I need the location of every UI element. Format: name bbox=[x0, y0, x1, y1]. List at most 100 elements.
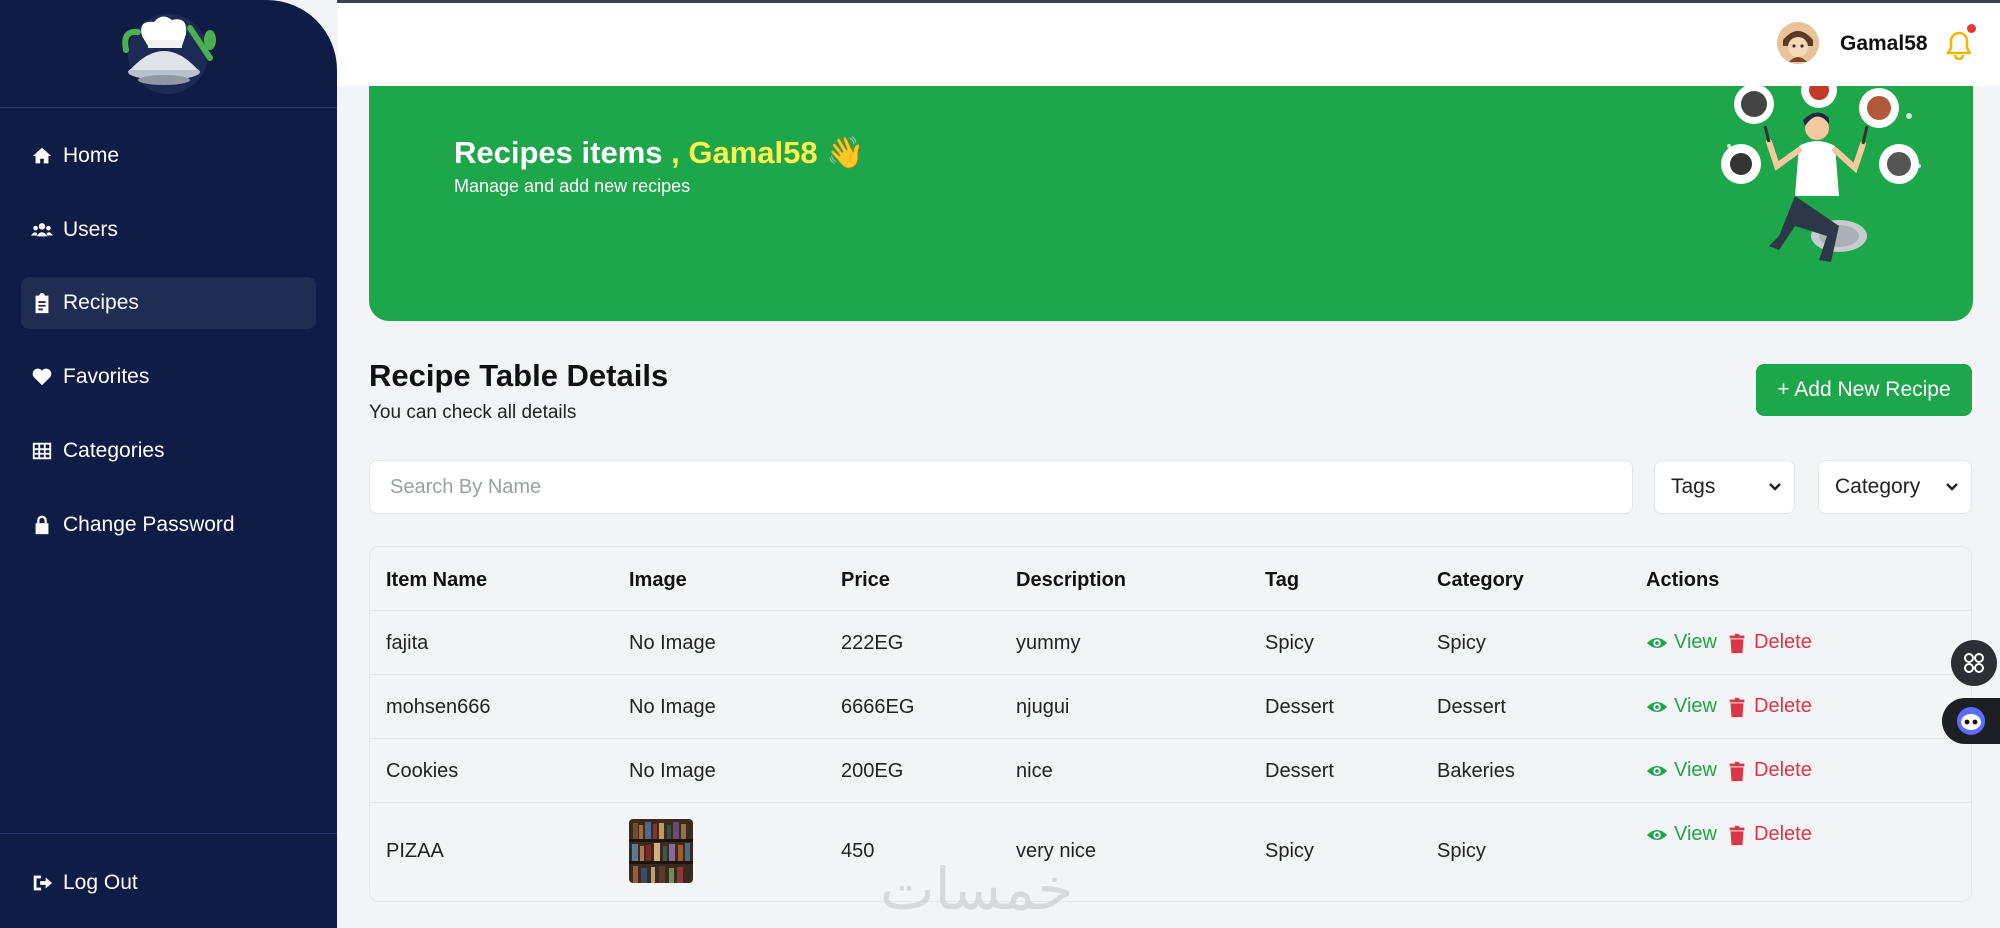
cell-category: Spicy bbox=[1437, 840, 1486, 862]
column-header: Actions bbox=[1646, 569, 1720, 591]
column-header: Item Name bbox=[386, 569, 488, 591]
tags-select[interactable]: Tags bbox=[1654, 460, 1795, 514]
sidebar-item-label: Change Password bbox=[63, 513, 235, 536]
table-row: PIZAA 450 very nice Spicy Spicy View Del… bbox=[370, 803, 1971, 901]
cell-description: nice bbox=[1016, 760, 1053, 782]
bot-face-icon bbox=[1957, 707, 1985, 735]
sidebar-divider-top bbox=[0, 107, 337, 108]
column-header: Tag bbox=[1265, 569, 1300, 591]
chevron-down-icon bbox=[1946, 483, 1958, 491]
add-new-recipe-button[interactable]: + Add New Recipe bbox=[1756, 364, 1972, 416]
cell-item-name: fajita bbox=[386, 632, 429, 654]
sidebar-item-users[interactable]: Users bbox=[21, 204, 316, 256]
banner-title: Recipes items , Gamal58 👋 bbox=[454, 134, 865, 171]
table-row: mohsen666 No Image 6666EG njugui Dessert… bbox=[370, 675, 1971, 739]
cell-tag: Dessert bbox=[1265, 760, 1334, 782]
notification-bell-icon[interactable] bbox=[1945, 30, 1973, 60]
sidebar-item-home[interactable]: Home bbox=[21, 130, 316, 182]
delete-label: Delete bbox=[1754, 695, 1812, 717]
section-title: Recipe Table Details bbox=[369, 358, 669, 393]
sidebar-item-change-password[interactable]: Change Password bbox=[21, 499, 316, 551]
home-icon bbox=[31, 145, 53, 167]
cell-price: 200EG bbox=[841, 760, 904, 782]
view-button[interactable]: View bbox=[1646, 823, 1717, 846]
cell-category: Bakeries bbox=[1437, 760, 1515, 782]
view-label: View bbox=[1674, 631, 1717, 653]
heart-icon bbox=[31, 366, 53, 388]
category-select[interactable]: Category bbox=[1818, 460, 1972, 514]
sidebar-item-label: Favorites bbox=[63, 365, 150, 388]
cell-image: No Image bbox=[629, 696, 716, 718]
cell-category: Dessert bbox=[1437, 696, 1506, 718]
delete-label: Delete bbox=[1754, 631, 1812, 653]
tags-select-label: Tags bbox=[1671, 475, 1716, 498]
grid-icon bbox=[31, 440, 53, 462]
banner-title-name: Gamal58 bbox=[688, 135, 818, 170]
trash-icon bbox=[1729, 633, 1745, 653]
banner-title-prefix: Recipes items bbox=[454, 135, 663, 170]
view-label: View bbox=[1674, 823, 1717, 845]
apps-floating-button[interactable] bbox=[1951, 640, 1997, 686]
eye-icon bbox=[1646, 637, 1668, 648]
sidebar-item-label: Categories bbox=[63, 439, 165, 462]
cell-price: 450 bbox=[841, 840, 875, 862]
clipboard-icon bbox=[31, 292, 53, 314]
eye-icon bbox=[1646, 829, 1668, 840]
cell-image: No Image bbox=[629, 632, 716, 654]
view-button[interactable]: View bbox=[1646, 695, 1717, 718]
view-button[interactable]: View bbox=[1646, 631, 1717, 654]
top-bar bbox=[337, 0, 2000, 86]
trash-icon bbox=[1729, 825, 1745, 845]
sidebar-item-recipes[interactable]: Recipes bbox=[21, 277, 316, 329]
chef-illustration-icon bbox=[1721, 86, 1921, 262]
cell-item-name: mohsen666 bbox=[386, 696, 491, 718]
delete-button[interactable]: Delete bbox=[1726, 631, 1812, 654]
cell-item-name: PIZAA bbox=[386, 840, 444, 862]
logout-button[interactable]: Log Out bbox=[21, 857, 316, 909]
cell-image: No Image bbox=[629, 760, 716, 782]
header-username[interactable]: Gamal58 bbox=[1840, 32, 1928, 56]
delete-label: Delete bbox=[1754, 759, 1812, 781]
section-subtitle: You can check all details bbox=[369, 402, 577, 423]
sidebar-item-label: Home bbox=[63, 144, 120, 167]
delete-label: Delete bbox=[1754, 823, 1812, 845]
sidebar-divider-bottom bbox=[0, 833, 337, 834]
banner-title-separator: , bbox=[662, 135, 689, 170]
sidebar-item-label: Users bbox=[63, 218, 118, 241]
cell-item-name: Cookies bbox=[386, 760, 459, 782]
delete-button[interactable]: Delete bbox=[1726, 759, 1812, 782]
table-row: Cookies No Image 200EG nice Dessert Bake… bbox=[370, 739, 1971, 803]
welcome-banner: Recipes items , Gamal58 👋 Manage and add… bbox=[369, 86, 1973, 321]
search-input[interactable] bbox=[369, 460, 1633, 514]
bookshelf-image-icon bbox=[629, 819, 693, 883]
cell-price: 6666EG bbox=[841, 696, 915, 718]
cell-category: Spicy bbox=[1437, 632, 1486, 654]
sidebar-item-categories[interactable]: Categories bbox=[21, 425, 316, 477]
delete-button[interactable]: Delete bbox=[1726, 823, 1812, 846]
lock-icon bbox=[31, 514, 53, 536]
trash-icon bbox=[1729, 761, 1745, 781]
eye-icon bbox=[1646, 765, 1668, 776]
column-header: Price bbox=[841, 569, 890, 591]
apps-grid-icon bbox=[1964, 653, 1984, 673]
recipes-table: Item Name Image Price Description Tag Ca… bbox=[369, 546, 1972, 902]
chevron-down-icon bbox=[1769, 483, 1781, 491]
view-button[interactable]: View bbox=[1646, 759, 1717, 782]
delete-button[interactable]: Delete bbox=[1726, 695, 1812, 718]
chef-logo-icon[interactable] bbox=[112, 10, 224, 96]
watermark-text: خمسات bbox=[880, 855, 1074, 923]
logout-icon bbox=[31, 872, 53, 894]
sidebar: Home Users Recipes Favorites Categories … bbox=[0, 0, 337, 928]
view-label: View bbox=[1674, 695, 1717, 717]
recipe-thumbnail[interactable] bbox=[629, 819, 693, 883]
banner-subtitle: Manage and add new recipes bbox=[454, 176, 691, 196]
user-avatar[interactable] bbox=[1777, 22, 1819, 64]
cell-description: yummy bbox=[1016, 632, 1081, 654]
trash-icon bbox=[1729, 697, 1745, 717]
notification-dot bbox=[1967, 24, 1976, 33]
assistant-floating-button[interactable] bbox=[1942, 698, 2000, 744]
view-label: View bbox=[1674, 759, 1717, 781]
logout-label: Log Out bbox=[63, 871, 138, 894]
sidebar-item-favorites[interactable]: Favorites bbox=[21, 351, 316, 403]
table-header-row: Item Name Image Price Description Tag Ca… bbox=[370, 547, 1971, 611]
